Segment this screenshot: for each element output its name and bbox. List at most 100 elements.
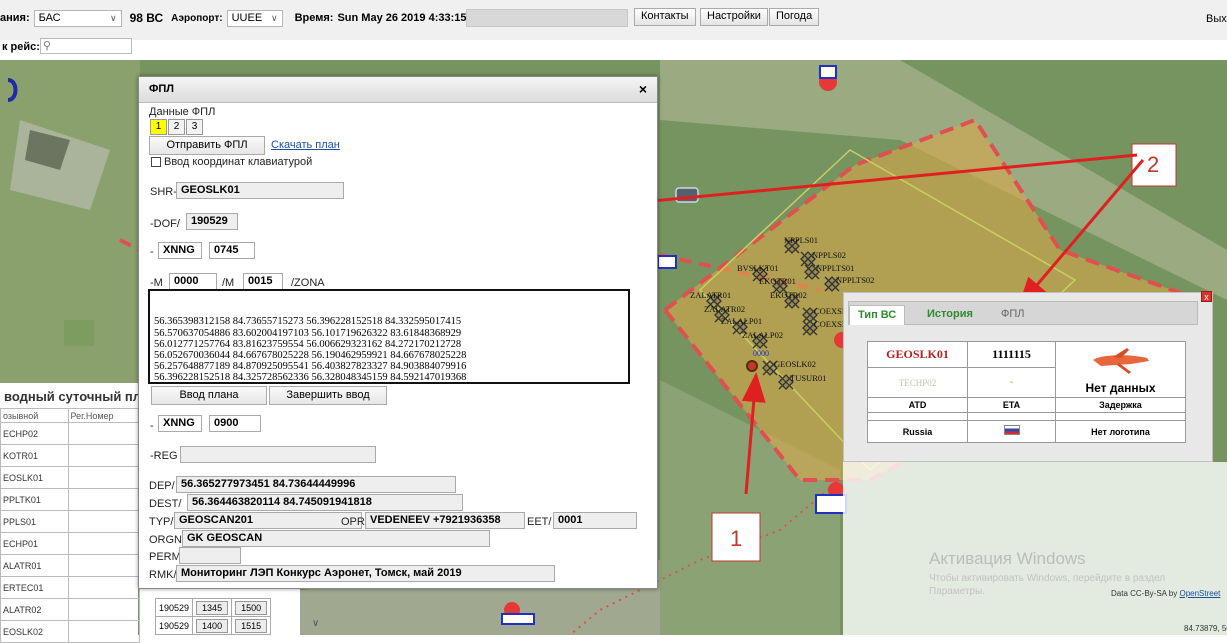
keyboard-coords-checkbox[interactable]: Ввод координат клавиатурой xyxy=(151,156,312,168)
scroll-down-icon[interactable]: ∨ xyxy=(312,618,319,629)
keyboard-coords-label: Ввод координат клавиатурой xyxy=(164,156,312,168)
drone-label: NPPLTS02 xyxy=(836,275,874,285)
time-label: Время: xyxy=(295,12,334,24)
dep-coords-field[interactable]: 56.365277973451 84.73644449996 xyxy=(176,476,456,493)
table-row[interactable]: PPLTK01 xyxy=(1,489,140,511)
info-tabs: Тип ВС История ФПЛ xyxy=(848,301,1198,325)
marker-2-label: 2 xyxy=(1147,152,1159,177)
airport-label: Аэропорт: xyxy=(171,13,222,24)
daily-plan-table: озывной Рег.Номер ECHP02KOTR01EOSLK01PPL… xyxy=(0,408,140,643)
tab-fpl[interactable]: ФПЛ xyxy=(993,305,1033,325)
selected-drone[interactable] xyxy=(747,361,757,371)
table-row[interactable]: EOSLK01 xyxy=(1,467,140,489)
daily-plan-title: водный суточный пла xyxy=(0,383,138,408)
shr-label: SHR- xyxy=(150,186,177,198)
fpl-dialog-header[interactable]: ФПЛ × xyxy=(139,77,657,103)
map-tile-marker[interactable] xyxy=(502,614,534,624)
dest-coords-field[interactable]: 56.364463820114 84.745091941818 xyxy=(187,494,463,511)
atd-label: ATD xyxy=(868,398,968,413)
shr-field[interactable]: GEOSLK01 xyxy=(176,182,344,199)
date-cell: 190529 xyxy=(156,599,193,617)
opr-field[interactable]: VEDENEEV +7921936358 xyxy=(365,512,525,529)
fpl-dialog-title: ФПЛ xyxy=(149,83,174,95)
people-icon xyxy=(64,320,94,346)
orgn-field[interactable]: GK GEOSCAN xyxy=(182,530,490,547)
fpl-page-1[interactable]: 1 xyxy=(150,119,167,135)
airport-select[interactable]: UUEE ∨ xyxy=(227,10,283,27)
finish-input-button[interactable]: Завершить ввод xyxy=(269,386,387,405)
table-row[interactable]: ALATR02 xyxy=(1,599,140,621)
contacts-button[interactable]: Контакты xyxy=(634,8,696,26)
reg-cell xyxy=(68,599,139,621)
checkbox-icon[interactable] xyxy=(151,157,161,167)
callsign-cell: KOTR01 xyxy=(1,445,69,467)
type-label: ания: xyxy=(0,12,30,24)
fpl-page-2[interactable]: 2 xyxy=(168,119,185,135)
m-min-field[interactable]: 0000 xyxy=(169,273,217,290)
perm-field[interactable] xyxy=(179,547,241,564)
opr-label: OPR/ xyxy=(341,516,368,528)
dep-time-field[interactable]: 0745 xyxy=(209,242,255,259)
windows-watermark-title: Активация Windows xyxy=(929,549,1086,569)
send-fpl-button[interactable]: Отправить ФПЛ xyxy=(149,136,265,155)
fpl-page-3[interactable]: 3 xyxy=(186,119,203,135)
reg-cell xyxy=(68,621,139,643)
map-tile-marker[interactable] xyxy=(816,495,846,513)
windows-watermark-sub: Чтобы активировать Windows, перейдите в … xyxy=(929,573,1165,584)
table-row[interactable]: 190529 1400 1515 xyxy=(156,617,271,635)
callsign-value: GEOSLK01 xyxy=(886,347,949,361)
table-row[interactable]: 190529 1345 1500 xyxy=(156,599,271,617)
map-attribution: Data CC-By-SA by OpenStreet xyxy=(1111,589,1220,598)
dest-prefix: - xyxy=(150,420,154,432)
map-footer-overlay: Активация Windows Чтобы активировать Win… xyxy=(843,462,1227,635)
map-tile-marker[interactable] xyxy=(658,256,676,268)
table-row[interactable]: KOTR01 xyxy=(1,445,140,467)
enter-plan-button[interactable]: Ввод плана xyxy=(151,386,267,405)
orgn-label: ORGN/ xyxy=(149,534,185,546)
daily-plan-panel: водный суточный пла озывной Рег.Номер EC… xyxy=(0,383,138,635)
aircraft-icon xyxy=(1091,346,1151,376)
table-row[interactable]: ALATR01 xyxy=(1,555,140,577)
settings-button[interactable]: Настройки xyxy=(700,8,768,26)
table-row[interactable]: EOSLK02 xyxy=(1,621,140,643)
typ-field[interactable]: GEOSCAN201 xyxy=(174,512,362,529)
map-tile-marker[interactable] xyxy=(820,66,836,78)
download-plan-link[interactable]: Скачать план xyxy=(271,139,340,151)
status-strip xyxy=(466,9,628,27)
table-row[interactable]: ERTEC01 xyxy=(1,577,140,599)
coords-line: 56.012771257764 83.81623759554 56.006629… xyxy=(154,339,624,350)
dest-time-field[interactable]: 0900 xyxy=(209,415,261,432)
dep-coords-label: DEP/ xyxy=(149,480,175,492)
time-value: Sun May 26 2019 4:33:15 xyxy=(337,12,466,24)
dest-ad-field[interactable]: XNNG xyxy=(158,415,202,432)
callsign-cell: PPLS01 xyxy=(1,511,69,533)
reg-cell xyxy=(68,555,139,577)
weather-button[interactable]: Погода xyxy=(769,8,819,26)
no-logo-label: Нет логотипа xyxy=(1056,421,1186,443)
dest-coords-label: DEST/ xyxy=(149,498,181,510)
rmk-field[interactable]: Мониторинг ЛЭП Конкурс Аэронет, Томск, м… xyxy=(176,565,555,582)
type-select[interactable]: БАС ∨ xyxy=(34,10,122,27)
exit-link[interactable]: Выхо xyxy=(1206,13,1227,25)
dof-field[interactable]: 190529 xyxy=(186,213,238,230)
fpl-data-label: Данные ФПЛ xyxy=(149,106,215,118)
eet-field[interactable]: 0001 xyxy=(553,512,637,529)
table-row[interactable]: ECHP01 xyxy=(1,533,140,555)
dep-ad-field[interactable]: XNNG xyxy=(158,242,202,259)
flight-search-input[interactable]: ⚲ xyxy=(40,38,132,54)
reg-cell xyxy=(68,423,139,445)
reg-field[interactable] xyxy=(180,446,376,463)
zone-coords-textarea[interactable]: 56.365398312158 84.73655715273 56.396228… xyxy=(148,289,630,384)
openstreetmap-link[interactable]: OpenStreet xyxy=(1179,589,1220,598)
m-max-field[interactable]: 0015 xyxy=(243,273,283,290)
close-icon[interactable]: × xyxy=(639,81,647,97)
table-row[interactable]: ECHP02 xyxy=(1,423,140,445)
close-icon[interactable]: x xyxy=(1201,291,1212,302)
tab-aircraft-type[interactable]: Тип ВС xyxy=(849,305,905,325)
perm-label: PERM xyxy=(149,551,181,563)
ghost-cell: TECHP02 xyxy=(868,368,968,398)
tab-history[interactable]: История xyxy=(919,305,981,325)
table-row[interactable]: PPLS01 xyxy=(1,511,140,533)
reg-cell xyxy=(68,467,139,489)
coords-line: 56.570637054886 83.602004197103 56.10171… xyxy=(154,328,624,339)
